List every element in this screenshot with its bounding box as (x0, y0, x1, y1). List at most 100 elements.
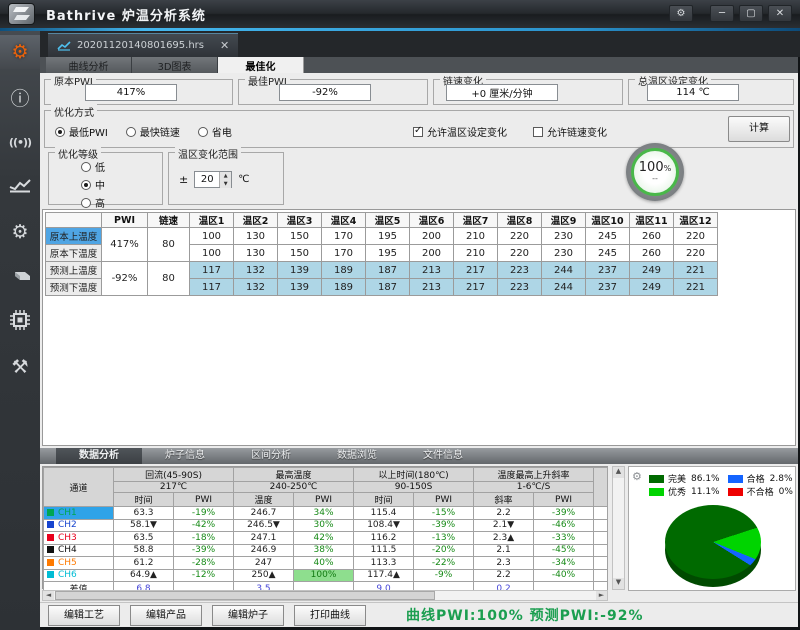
param-value-original-pwi[interactable]: 417% (85, 84, 177, 101)
zone-value-cell[interactable]: 195 (366, 228, 410, 245)
channel-label[interactable]: CH1 (44, 507, 114, 520)
zone-value-cell[interactable]: 187 (366, 279, 410, 296)
zone-value-cell[interactable]: 139 (278, 262, 322, 279)
close-button[interactable]: ✕ (768, 5, 792, 22)
maximize-button[interactable]: ▢ (739, 5, 763, 22)
zone-value-cell[interactable]: 217 (454, 262, 498, 279)
zone-value-cell[interactable]: 170 (322, 228, 366, 245)
zone-value-cell[interactable]: 132 (234, 279, 278, 296)
edit-process-button[interactable]: 编辑工艺 (48, 605, 120, 626)
document-tab[interactable]: 20201120140801695.hrs ✕ (48, 33, 238, 57)
zone-value-cell[interactable]: 213 (410, 279, 454, 296)
zone-value-cell[interactable]: 187 (366, 262, 410, 279)
print-curve-button[interactable]: 打印曲线 (294, 605, 366, 626)
zone-value-cell[interactable]: 117 (190, 279, 234, 296)
zone-value-cell[interactable]: 132 (234, 262, 278, 279)
zone-value-cell[interactable]: 130 (234, 228, 278, 245)
zone-value-cell[interactable]: 117 (190, 262, 234, 279)
zone-value-cell[interactable]: 139 (278, 279, 322, 296)
analysis-tab-4[interactable]: 文件信息 (400, 448, 486, 464)
zone-value-cell[interactable]: 249 (630, 262, 674, 279)
zone-value-cell[interactable]: 220 (498, 245, 542, 262)
view-tab-1[interactable]: 3D图表 (132, 57, 218, 73)
range-spinner[interactable]: 20 ▲▼ (194, 171, 232, 188)
pie-settings-icon[interactable]: ⚙ (632, 470, 642, 483)
zone-value-cell[interactable]: 210 (454, 245, 498, 262)
view-tab-2[interactable]: 最佳化 (218, 57, 304, 73)
zone-value-cell[interactable]: 220 (674, 245, 718, 262)
zone-value-cell[interactable]: 221 (674, 262, 718, 279)
channel-label[interactable]: CH3 (44, 532, 114, 545)
level-radio-1[interactable]: 中 (81, 177, 105, 192)
zone-value-cell[interactable]: 189 (322, 279, 366, 296)
zone-value-cell[interactable]: 213 (410, 262, 454, 279)
edit-furnace-button[interactable]: 编辑炉子 (212, 605, 284, 626)
level-radio-0[interactable]: 低 (81, 159, 105, 174)
close-tab-icon[interactable]: ✕ (220, 39, 229, 52)
zone-value-cell[interactable]: 189 (322, 262, 366, 279)
zone-value-cell[interactable]: 244 (542, 279, 586, 296)
channel-row[interactable]: CH163.3-19%246.734%115.4-15%2.2-39% (44, 507, 608, 520)
row-label[interactable]: 原本下温度 (46, 245, 102, 262)
zone-value-cell[interactable]: 260 (630, 245, 674, 262)
zone-value-cell[interactable]: 237 (586, 279, 630, 296)
minimize-button[interactable]: ─ (710, 5, 734, 22)
zone-value-cell[interactable]: 150 (278, 245, 322, 262)
settings-button[interactable]: ⚙ (669, 5, 693, 22)
sidebar-item-furnace-gear[interactable]: ⚙ (0, 35, 40, 69)
zone-value-cell[interactable]: 221 (674, 279, 718, 296)
row-label[interactable]: 预测下温度 (46, 279, 102, 296)
row-label[interactable]: 预测上温度 (46, 262, 102, 279)
analysis-tab-3[interactable]: 数据浏览 (314, 448, 400, 464)
vertical-scrollbar[interactable]: ▲ ▼ (612, 466, 625, 590)
param-value-zone-setting-change[interactable]: 114 ℃ (647, 84, 739, 101)
zone-value-cell[interactable]: 223 (498, 262, 542, 279)
view-tab-0[interactable]: 曲线分析 (46, 57, 132, 73)
sidebar-item-settings-gear[interactable]: ⚙ (0, 215, 40, 249)
horizontal-scrollbar[interactable]: ◄ ► (42, 590, 608, 601)
sidebar-item-chip[interactable] (0, 305, 40, 339)
analysis-tab-1[interactable]: 炉子信息 (142, 448, 228, 464)
channel-row[interactable]: CH561.2-28%24740%113.3-22%2.3-34% (44, 557, 608, 570)
zone-value-cell[interactable]: 230 (542, 228, 586, 245)
sidebar-item-wireless-signal[interactable]: ((•)) (0, 125, 40, 159)
optimize-radio-0[interactable]: 最低PWI (55, 124, 108, 139)
optimize-checkbox-1[interactable]: 允许链速变化 (533, 124, 607, 139)
optimize-radio-1[interactable]: 最快链速 (126, 124, 180, 139)
param-value-speed-change[interactable]: +0 厘米/分钟 (446, 84, 558, 101)
calculate-button[interactable]: 计算 (728, 116, 790, 142)
spinner-arrows-icon[interactable]: ▲▼ (219, 172, 231, 187)
zone-value-cell[interactable]: 200 (410, 245, 454, 262)
channel-row[interactable]: CH363.5-18%247.142%116.2-13%2.3▲-33% (44, 532, 608, 545)
zone-value-cell[interactable]: 210 (454, 228, 498, 245)
param-value-best-pwi[interactable]: -92% (279, 84, 371, 101)
channel-row[interactable]: CH258.1▼-42%246.5▼30%108.4▼-39%2.1▼-46% (44, 519, 608, 532)
scroll-right-icon[interactable]: ► (596, 591, 607, 600)
scroll-down-icon[interactable]: ▼ (613, 578, 624, 589)
zone-value-cell[interactable]: 100 (190, 228, 234, 245)
zone-value-cell[interactable]: 217 (454, 279, 498, 296)
zone-value-cell[interactable]: 245 (586, 245, 630, 262)
optimize-checkbox-0[interactable]: 允许温区设定变化 (413, 124, 507, 139)
zone-value-cell[interactable]: 130 (234, 245, 278, 262)
optimize-radio-2[interactable]: 省电 (198, 124, 232, 139)
zone-value-cell[interactable]: 195 (366, 245, 410, 262)
zone-value-cell[interactable]: 260 (630, 228, 674, 245)
channel-label[interactable]: CH2 (44, 519, 114, 532)
zone-value-cell[interactable]: 249 (630, 279, 674, 296)
zone-value-cell[interactable]: 200 (410, 228, 454, 245)
channel-label[interactable]: CH5 (44, 557, 114, 570)
zone-value-cell[interactable]: 245 (586, 228, 630, 245)
scroll-up-icon[interactable]: ▲ (613, 467, 624, 478)
zone-value-cell[interactable]: 170 (322, 245, 366, 262)
zone-value-cell[interactable]: 150 (278, 228, 322, 245)
zone-value-cell[interactable]: 244 (542, 262, 586, 279)
channel-label[interactable]: CH4 (44, 544, 114, 557)
scrollbar-thumb[interactable] (55, 591, 435, 600)
sidebar-item-eraser-tool[interactable] (0, 260, 40, 294)
zone-value-cell[interactable]: 220 (674, 228, 718, 245)
analysis-tab-0[interactable]: 数据分析 (56, 448, 142, 464)
channel-row[interactable]: CH664.9▲-12%250▲100%117.4▲-9%2.2-40% (44, 569, 608, 582)
sidebar-item-info[interactable]: ⓘ (0, 80, 40, 114)
sidebar-item-tools[interactable]: ⚒ (0, 350, 40, 384)
